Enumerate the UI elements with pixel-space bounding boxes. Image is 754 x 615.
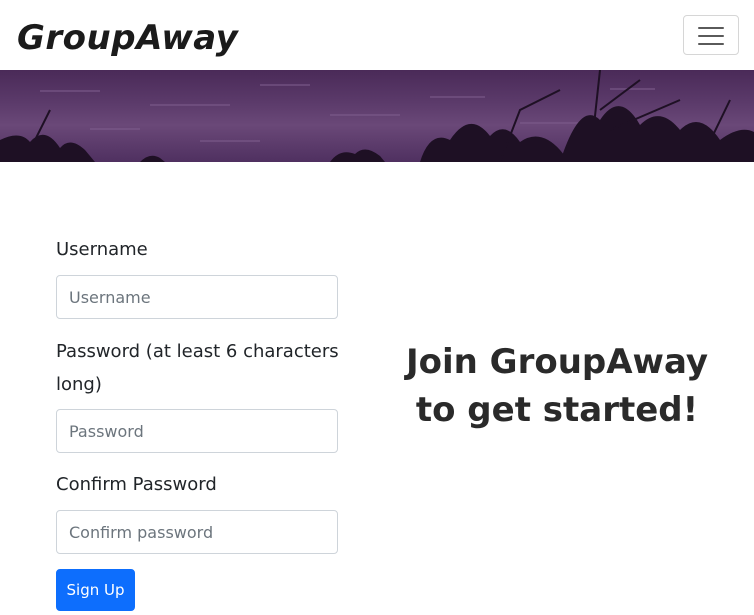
password-input[interactable] [56, 409, 338, 453]
navbar-toggler-button[interactable] [683, 15, 739, 55]
hero-landscape-image [0, 70, 754, 162]
password-label: Password (at least 6 characters long) [56, 341, 339, 395]
join-headline: Join GroupAway to get started! [405, 342, 709, 431]
top-navbar: GroupAway [0, 0, 754, 70]
hero-banner [0, 70, 754, 162]
brand-logo[interactable]: GroupAway [17, 16, 238, 60]
confirm-password-label: Confirm Password [56, 474, 217, 495]
confirm-password-input[interactable] [56, 510, 338, 554]
username-label: Username [56, 239, 148, 260]
username-input[interactable] [56, 275, 338, 319]
sign-up-button[interactable]: Sign Up [56, 569, 135, 611]
